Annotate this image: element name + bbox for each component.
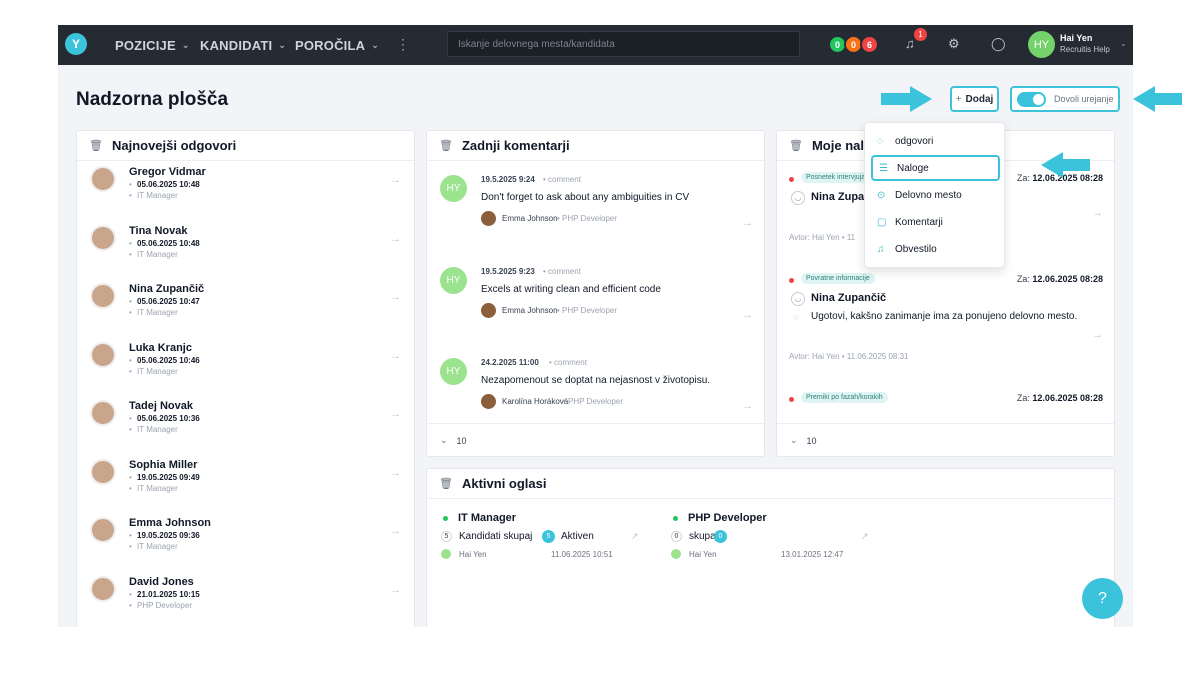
- tutorial-arrows: [881, 86, 1182, 178]
- arrow-left-icon: [1041, 152, 1090, 178]
- arrow-right-icon: [881, 86, 932, 112]
- arrow-left-icon: [1133, 86, 1182, 112]
